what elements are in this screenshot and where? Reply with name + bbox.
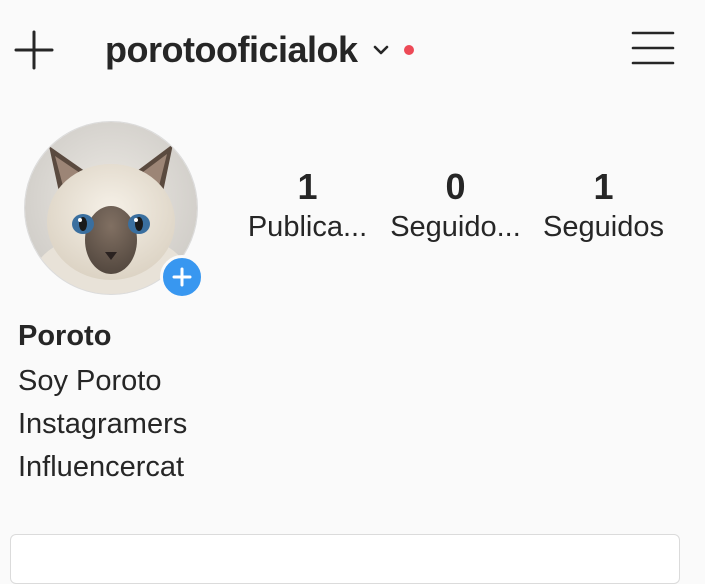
hamburger-menu-icon xyxy=(631,31,675,65)
stat-label: Publica... xyxy=(247,211,368,243)
stat-count: 1 xyxy=(593,166,614,207)
plus-icon xyxy=(14,30,54,70)
bio-line: Soy Poroto xyxy=(18,365,162,397)
menu-button[interactable] xyxy=(630,28,676,68)
new-post-button[interactable] xyxy=(12,28,56,72)
add-story-button[interactable] xyxy=(160,255,204,299)
profile-picture-wrap xyxy=(24,121,204,299)
chevron-down-icon xyxy=(373,45,388,55)
stat-label: Seguido... xyxy=(390,211,521,243)
edit-profile-button[interactable] xyxy=(10,534,680,584)
plus-icon xyxy=(172,267,192,287)
bio-line: Influencercat xyxy=(18,451,185,483)
username: porotooficialok xyxy=(105,29,358,70)
bio-line: Instagramers xyxy=(18,408,188,440)
profile-bio: Poroto Soy Poroto Instagramers Influence… xyxy=(18,318,678,489)
stat-count: 1 xyxy=(297,166,318,207)
profile-name: Poroto xyxy=(18,320,112,352)
stat-count: 0 xyxy=(445,166,466,207)
stat-label: Seguidos xyxy=(543,211,664,243)
top-bar: porotooficialok xyxy=(0,0,705,100)
account-switcher[interactable]: porotooficialok xyxy=(105,24,414,76)
stat-followers[interactable]: 0 Seguido... xyxy=(383,165,528,245)
notification-dot xyxy=(403,45,414,55)
profile-stats: 1 Publica... 0 Seguido... 1 Seguidos xyxy=(235,165,680,260)
stat-posts[interactable]: 1 Publica... xyxy=(235,165,380,245)
stat-following[interactable]: 1 Seguidos xyxy=(531,165,676,245)
